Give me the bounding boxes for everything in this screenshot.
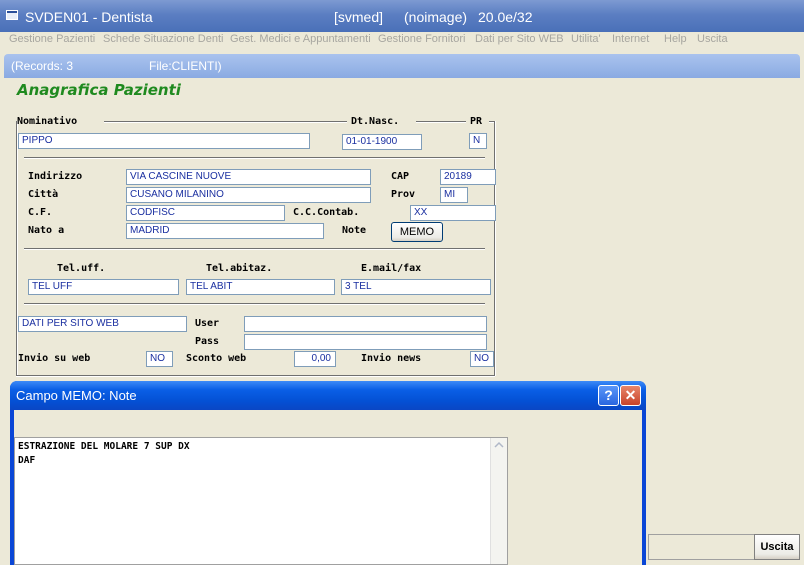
pass-field[interactable] — [244, 334, 487, 350]
invio-web-label: Invio su web — [18, 353, 91, 364]
form-title: Anagrafica Pazienti — [17, 81, 181, 99]
separator — [24, 248, 485, 250]
uscita-button[interactable]: Uscita — [754, 534, 800, 560]
sconto-web-label: Sconto web — [186, 353, 247, 364]
invio-web-field[interactable]: NO — [146, 351, 173, 367]
dialog-title-bar: Campo MEMO: Note ? ✕ — [10, 381, 646, 410]
memo-textarea[interactable]: ESTRAZIONE DEL MOLARE 7 SUP DX DAF — [14, 437, 508, 565]
menu-gestione-fornitori[interactable]: Gestione Fornitori — [378, 33, 465, 45]
file-name: File:CLIENTI) — [149, 59, 222, 73]
citta-field[interactable]: CUSANO MILANINO — [126, 187, 371, 203]
menu-gest-medici[interactable]: Gest. Medici e Appuntamenti — [230, 33, 371, 45]
separator — [24, 303, 485, 305]
memo-dialog: Campo MEMO: Note ? ✕ ESTRAZIONE DEL MOLA… — [10, 381, 646, 565]
invio-news-label: Invio news — [361, 353, 422, 364]
dialog-body: ESTRAZIONE DEL MOLARE 7 SUP DX DAF — [14, 410, 642, 565]
menu-dati-sito-web[interactable]: Dati per Sito WEB — [475, 33, 564, 45]
close-button[interactable]: ✕ — [620, 385, 641, 406]
nominativo-field[interactable]: PIPPO — [18, 133, 310, 149]
user-label: User — [195, 318, 220, 329]
scroll-up-arrow-icon[interactable] — [491, 438, 507, 452]
frame-right — [494, 121, 496, 376]
pass-label: Pass — [195, 336, 220, 347]
menu-schede-denti[interactable]: Schede Situazione Denti — [103, 33, 223, 45]
indirizzo-label: Indirizzo — [28, 171, 83, 182]
image-mode-label: (noimage) — [404, 9, 468, 25]
db-label: [svmed] — [334, 9, 384, 25]
version-label: 20.0e/32 — [478, 9, 533, 25]
tel-uff-label: Tel.uff. — [57, 263, 106, 274]
pr-field[interactable]: N — [469, 133, 487, 149]
tel-abitaz-label: Tel.abitaz. — [206, 263, 273, 274]
menu-bar: Gestione Pazienti Schede Situazione Dent… — [0, 32, 804, 50]
citta-label: Città — [28, 189, 59, 200]
window-title-bar: SVDEN01 - Dentista [svmed] (noimage) 20.… — [0, 0, 804, 32]
menu-uscita[interactable]: Uscita — [697, 33, 728, 45]
frame-left — [16, 121, 18, 376]
dati-sito-web-field[interactable]: DATI PER SITO WEB — [18, 316, 187, 332]
prov-label: Prov — [391, 189, 416, 200]
cf-field[interactable]: CODFISC — [126, 205, 285, 221]
help-button[interactable]: ? — [598, 385, 619, 406]
dialog-title: Campo MEMO: Note — [16, 388, 137, 403]
sconto-web-field[interactable]: 0,00 — [294, 351, 336, 367]
note-label: Note — [342, 225, 367, 236]
app-title: SVDEN01 - Dentista — [25, 9, 153, 25]
frame-line — [104, 121, 347, 123]
tel-abitaz-field[interactable]: TEL ABIT — [186, 279, 335, 295]
indirizzo-field[interactable]: VIA CASCINE NUOVE — [126, 169, 371, 185]
records-status-bar: (Records: 3 File:CLIENTI) — [4, 54, 800, 78]
status-box — [648, 534, 756, 560]
memo-button[interactable]: MEMO — [391, 222, 443, 242]
separator — [24, 157, 485, 159]
nominativo-label: Nominativo — [17, 116, 78, 127]
cap-label: CAP — [391, 171, 410, 182]
user-field[interactable] — [244, 316, 487, 332]
cf-label: C.F. — [28, 207, 53, 218]
cap-field[interactable]: 20189 — [440, 169, 496, 185]
menu-help[interactable]: Help — [664, 33, 687, 45]
dt-nasc-label: Dt.Nasc. — [351, 116, 400, 127]
dt-nasc-field[interactable]: 01-01-1900 — [342, 134, 422, 150]
menu-gestione-pazienti[interactable]: Gestione Pazienti — [9, 33, 95, 45]
nato-a-field[interactable]: MADRID — [126, 223, 324, 239]
pr-label: PR — [470, 116, 483, 127]
memo-scrollbar[interactable] — [490, 438, 507, 564]
invio-news-field[interactable]: NO — [470, 351, 494, 367]
tel-uff-field[interactable]: TEL UFF — [28, 279, 179, 295]
cc-contab-label: C.C.Contab. — [293, 207, 360, 218]
prov-field[interactable]: MI — [440, 187, 468, 203]
menu-internet[interactable]: Internet — [612, 33, 649, 45]
email-fax-label: E.mail/fax — [361, 263, 422, 274]
app-window-icon[interactable] — [6, 10, 18, 20]
email-fax-field[interactable]: 3 TEL — [341, 279, 491, 295]
cc-contab-field[interactable]: XX — [410, 205, 496, 221]
memo-line: ESTRAZIONE DEL MOLARE 7 SUP DX — [18, 441, 190, 452]
memo-line: DAF — [18, 455, 36, 466]
nato-a-label: Nato a — [28, 225, 65, 236]
menu-utilita[interactable]: Utilita' — [571, 33, 601, 45]
frame-bottom — [16, 375, 495, 377]
records-count: (Records: 3 — [11, 59, 74, 73]
close-icon: ✕ — [624, 387, 637, 403]
frame-line — [416, 121, 466, 123]
help-icon: ? — [604, 387, 613, 403]
